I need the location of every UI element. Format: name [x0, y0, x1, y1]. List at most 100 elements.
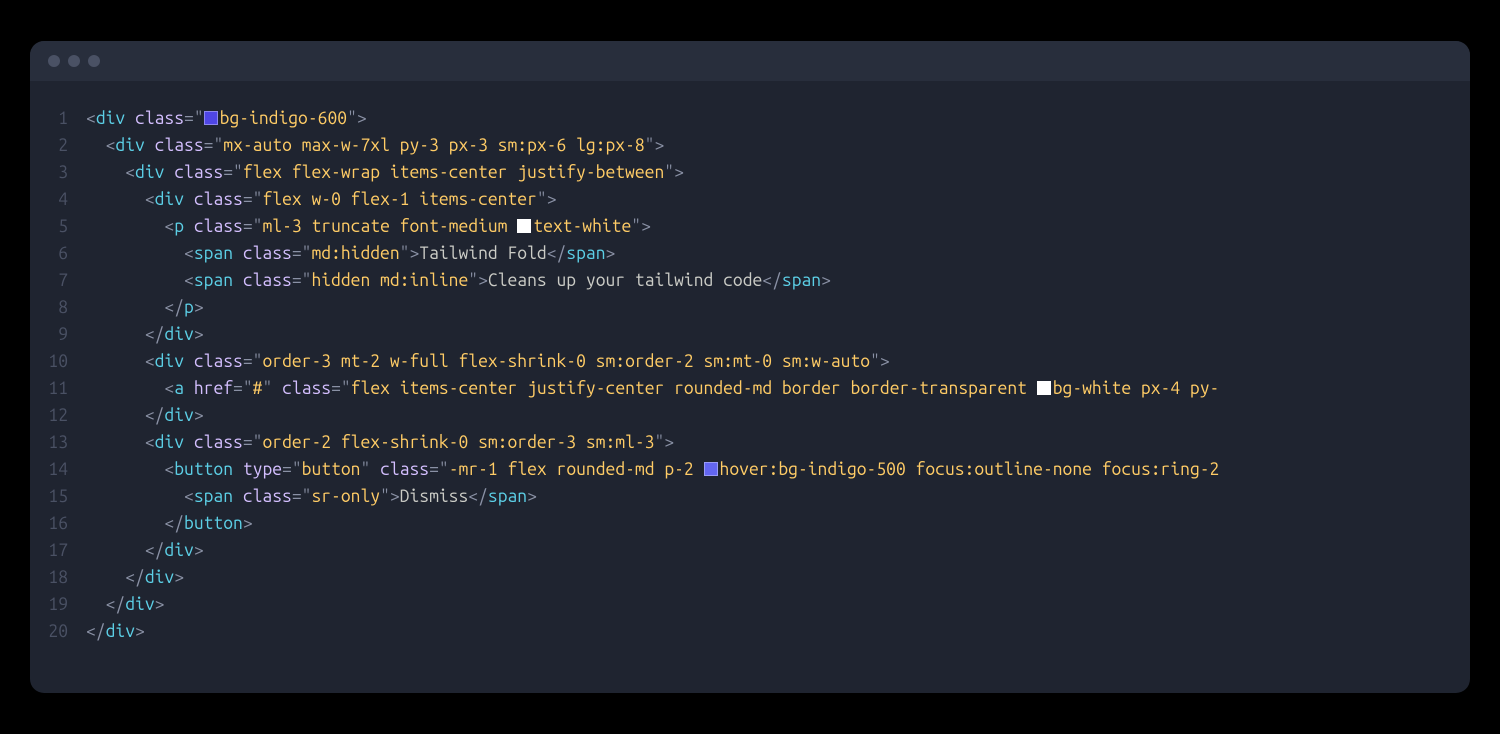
token-attr: class [174, 163, 223, 182]
token-tag: div [164, 541, 193, 560]
token-tag: div [125, 595, 154, 614]
code-content[interactable]: </div> [86, 537, 204, 564]
token-punct: " [380, 487, 390, 506]
token-punct: </ [145, 541, 165, 560]
token-eq: = [243, 217, 253, 236]
token-punct: " [631, 217, 641, 236]
token-punct: " [400, 244, 410, 263]
line-number: 8 [30, 294, 86, 321]
line-number: 20 [30, 618, 86, 645]
token-str: flex w-0 flex-1 items-center [262, 190, 536, 209]
code-editor[interactable]: 1<div class="bg-indigo-600">2 <div class… [30, 81, 1470, 693]
line-number: 16 [30, 510, 86, 537]
code-content[interactable]: <div class="order-3 mt-2 w-full flex-shr… [86, 348, 890, 375]
token-punct: </ [86, 622, 106, 641]
color-swatch-icon [517, 219, 531, 233]
code-line[interactable]: 6 <span class="md:hidden">Tailwind Fold<… [30, 240, 1470, 267]
token-tag: a [174, 379, 184, 398]
token-eq: = [223, 163, 233, 182]
token-punct: > [880, 352, 890, 371]
code-content[interactable]: <div class="flex w-0 flex-1 items-center… [86, 186, 557, 213]
traffic-close-icon[interactable] [48, 55, 60, 67]
token-tag: p [174, 217, 184, 236]
token-eq: = [282, 460, 292, 479]
code-content[interactable]: </div> [86, 618, 145, 645]
token-punct: </ [164, 514, 184, 533]
code-content[interactable]: <div class="flex flex-wrap items-center … [86, 159, 684, 186]
code-line[interactable]: 5 <p class="ml-3 truncate font-medium te… [30, 213, 1470, 240]
token-punct: > [174, 568, 184, 587]
traffic-minimize-icon[interactable] [68, 55, 80, 67]
token-attr: class [243, 271, 292, 290]
traffic-zoom-icon[interactable] [88, 55, 100, 67]
code-line[interactable]: 15 <span class="sr-only">Dismiss</span> [30, 483, 1470, 510]
token-punct: " [654, 433, 664, 452]
code-content[interactable]: </div> [86, 321, 204, 348]
token-text [233, 271, 243, 290]
token-str: # [253, 379, 263, 398]
code-content[interactable]: <span class="md:hidden">Tailwind Fold</s… [86, 240, 615, 267]
token-punct: > [194, 541, 204, 560]
token-punct: > [547, 190, 557, 209]
token-punct: " [262, 379, 272, 398]
token-attr: class [155, 136, 204, 155]
code-line[interactable]: 10 <div class="order-3 mt-2 w-full flex-… [30, 348, 1470, 375]
token-punct: > [654, 136, 664, 155]
code-content[interactable]: </div> [86, 402, 204, 429]
token-str: -mr-1 flex rounded-md p-2 [449, 460, 704, 479]
code-line[interactable]: 2 <div class="mx-auto max-w-7xl py-3 px-… [30, 132, 1470, 159]
line-number: 4 [30, 186, 86, 213]
token-attr: class [243, 244, 292, 263]
token-punct: > [194, 325, 204, 344]
token-punct: < [164, 217, 174, 236]
code-line[interactable]: 20</div> [30, 618, 1470, 645]
token-punct: </ [106, 595, 126, 614]
token-attr: class [194, 433, 243, 452]
code-line[interactable]: 8 </p> [30, 294, 1470, 321]
code-line[interactable]: 12 </div> [30, 402, 1470, 429]
code-content[interactable]: <div class="order-2 flex-shrink-0 sm:ord… [86, 429, 674, 456]
token-punct: " [341, 379, 351, 398]
code-line[interactable]: 7 <span class="hidden md:inline">Cleans … [30, 267, 1470, 294]
code-line[interactable]: 19 </div> [30, 591, 1470, 618]
line-number: 12 [30, 402, 86, 429]
token-str: bg-white px-4 py- [1053, 379, 1220, 398]
code-line[interactable]: 13 <div class="order-2 flex-shrink-0 sm:… [30, 429, 1470, 456]
code-line[interactable]: 1<div class="bg-indigo-600"> [30, 105, 1470, 132]
token-punct: < [145, 433, 155, 452]
token-punct: " [347, 109, 357, 128]
code-content[interactable]: </button> [86, 510, 253, 537]
token-punct: < [164, 379, 174, 398]
code-content[interactable]: <a href="#" class="flex items-center jus… [86, 375, 1219, 402]
code-line[interactable]: 18 </div> [30, 564, 1470, 591]
token-tag: button [174, 460, 233, 479]
token-tag: span [194, 271, 233, 290]
code-line[interactable]: 9 </div> [30, 321, 1470, 348]
token-text [233, 244, 243, 263]
code-content[interactable]: <div class="bg-indigo-600"> [86, 105, 367, 132]
code-content[interactable]: <span class="sr-only">Dismiss</span> [86, 483, 537, 510]
code-content[interactable]: </div> [86, 591, 164, 618]
line-number: 19 [30, 591, 86, 618]
code-content[interactable]: </div> [86, 564, 184, 591]
code-content[interactable]: </p> [86, 294, 204, 321]
token-punct: > [664, 433, 674, 452]
color-swatch-icon [1037, 381, 1051, 395]
code-content[interactable]: <button type="button" class="-mr-1 flex … [86, 456, 1219, 483]
token-text [272, 379, 282, 398]
code-content[interactable]: <div class="mx-auto max-w-7xl py-3 px-3 … [86, 132, 664, 159]
code-content[interactable]: <p class="ml-3 truncate font-medium text… [86, 213, 651, 240]
token-eq: = [429, 460, 439, 479]
token-punct: > [243, 514, 253, 533]
token-punct: " [253, 217, 263, 236]
code-line[interactable]: 16 </button> [30, 510, 1470, 537]
token-tag: div [155, 352, 184, 371]
code-line[interactable]: 11 <a href="#" class="flex items-center … [30, 375, 1470, 402]
code-content[interactable]: <span class="hidden md:inline">Cleans up… [86, 267, 831, 294]
code-line[interactable]: 4 <div class="flex w-0 flex-1 items-cent… [30, 186, 1470, 213]
code-line[interactable]: 14 <button type="button" class="-mr-1 fl… [30, 456, 1470, 483]
token-attr: class [194, 352, 243, 371]
code-line[interactable]: 3 <div class="flex flex-wrap items-cente… [30, 159, 1470, 186]
code-line[interactable]: 17 </div> [30, 537, 1470, 564]
token-punct: > [478, 271, 488, 290]
